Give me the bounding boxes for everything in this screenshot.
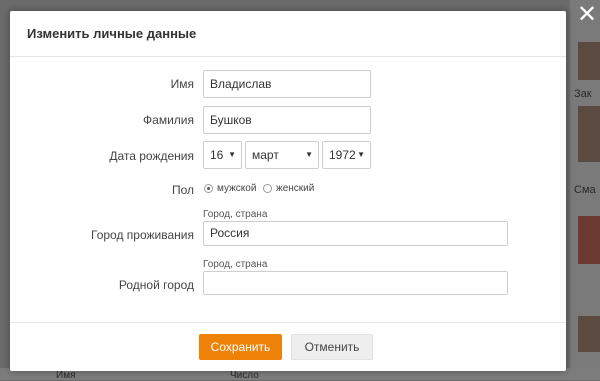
birth-month-value: март — [252, 148, 279, 162]
city-input[interactable]: Россия — [203, 221, 508, 246]
background-text: Имя — [56, 370, 76, 381]
cancel-button[interactable]: Отменить — [291, 334, 373, 360]
background-thumbnail — [578, 106, 600, 162]
city-label: Город проживания — [91, 228, 194, 242]
hometown-input[interactable] — [203, 271, 508, 295]
radio-checked-icon — [204, 184, 213, 193]
background-text: Число — [230, 370, 259, 381]
gender-female-label: женский — [276, 183, 315, 194]
first-name-input[interactable]: Владислав — [203, 70, 371, 98]
radio-unchecked-icon — [263, 184, 272, 193]
background-text: Зак — [574, 88, 592, 100]
background-thumbnail — [578, 216, 600, 264]
last-name-input[interactable]: Бушков — [203, 106, 371, 134]
gender-male-radio[interactable]: мужской — [204, 183, 256, 194]
first-name-label: Имя — [170, 77, 194, 91]
hometown-hint: Город, страна — [203, 259, 268, 270]
close-icon[interactable]: ✕ — [576, 3, 598, 27]
edit-personal-data-dialog: Изменить личные данные Имя Владислав Фам… — [10, 11, 566, 371]
last-name-label: Фамилия — [143, 113, 194, 127]
birth-date-label: Дата рождения — [109, 149, 194, 163]
gender-male-label: мужской — [217, 183, 257, 194]
city-hint: Город, страна — [203, 209, 268, 220]
birth-year-value: 1972 — [329, 148, 356, 162]
background-thumbnail — [578, 316, 600, 352]
footer-divider — [10, 322, 566, 323]
gender-female-radio[interactable]: женский — [263, 183, 314, 194]
save-button[interactable]: Сохранить — [199, 334, 282, 360]
background-text: Сма — [574, 184, 596, 196]
chevron-down-icon: ▼ — [357, 150, 365, 159]
background-thumbnail — [578, 42, 600, 80]
birth-month-select[interactable]: март ▼ — [245, 141, 319, 169]
birth-day-value: 16 — [210, 148, 224, 162]
birth-year-select[interactable]: 1972 ▼ — [322, 141, 371, 169]
chevron-down-icon: ▼ — [228, 150, 236, 159]
gender-label: Пол — [171, 183, 194, 197]
dialog-title: Изменить личные данные — [10, 11, 566, 57]
chevron-down-icon: ▼ — [305, 150, 313, 159]
hometown-label: Родной город — [118, 278, 194, 292]
birth-day-select[interactable]: 16 ▼ — [203, 141, 242, 169]
